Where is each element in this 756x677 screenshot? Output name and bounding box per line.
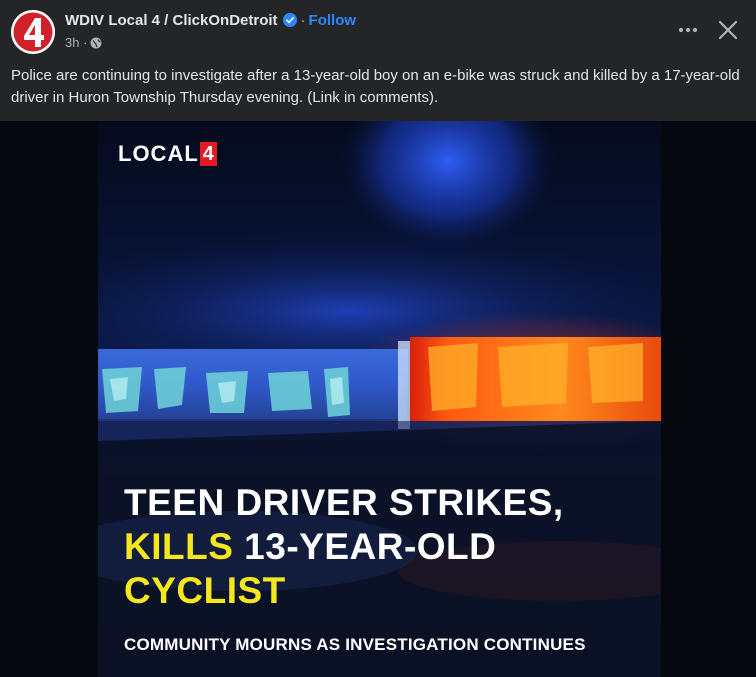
image-headline: TEEN DRIVER STRIKES, KILLS 13-YEAR-OLD C… [124, 481, 654, 613]
meta-separator: · [79, 35, 88, 50]
logo-number: 4 [199, 142, 217, 166]
logo-text: LOCAL [118, 141, 199, 166]
more-options-button[interactable] [672, 18, 704, 42]
close-button[interactable] [714, 16, 742, 44]
local4-logo: LOCAL 4 [118, 141, 217, 166]
headline-line-3: CYCLIST [124, 570, 286, 611]
headline-line-2-rest: 13-YEAR-OLD [233, 526, 497, 567]
post-meta: 3h · [65, 35, 102, 52]
headline-kills: KILLS [124, 526, 234, 567]
page-avatar[interactable] [11, 10, 55, 54]
post-media[interactable]: LOCAL 4 TEEN DRIVER STRIKES, KILLS 13-YEA… [0, 121, 756, 677]
separator-dot: · [300, 12, 306, 29]
follow-button[interactable]: Follow [309, 12, 357, 29]
headline-line-1: TEEN DRIVER STRIKES, [124, 482, 564, 523]
globe-icon [90, 37, 102, 52]
page-name[interactable]: WDIV Local 4 / ClickOnDetroit [65, 12, 278, 29]
post-time[interactable]: 3h [65, 35, 79, 50]
post-header: WDIV Local 4 / ClickOnDetroit · Follow 3h … [0, 0, 756, 62]
image-subhead: COMMUNITY MOURNS AS INVESTIGATION CONTIN… [124, 635, 586, 654]
post-text: Police are continuing to investigate aft… [11, 67, 740, 106]
headline-line-2: KILLS 13-YEAR-OLD [124, 525, 654, 569]
verified-badge-icon [282, 13, 297, 31]
post-image[interactable]: LOCAL 4 TEEN DRIVER STRIKES, KILLS 13-YEA… [98, 121, 661, 677]
page-name-line: WDIV Local 4 / ClickOnDetroit · Follow [65, 12, 356, 31]
more-horizontal-icon [678, 27, 698, 33]
close-icon [718, 20, 738, 40]
